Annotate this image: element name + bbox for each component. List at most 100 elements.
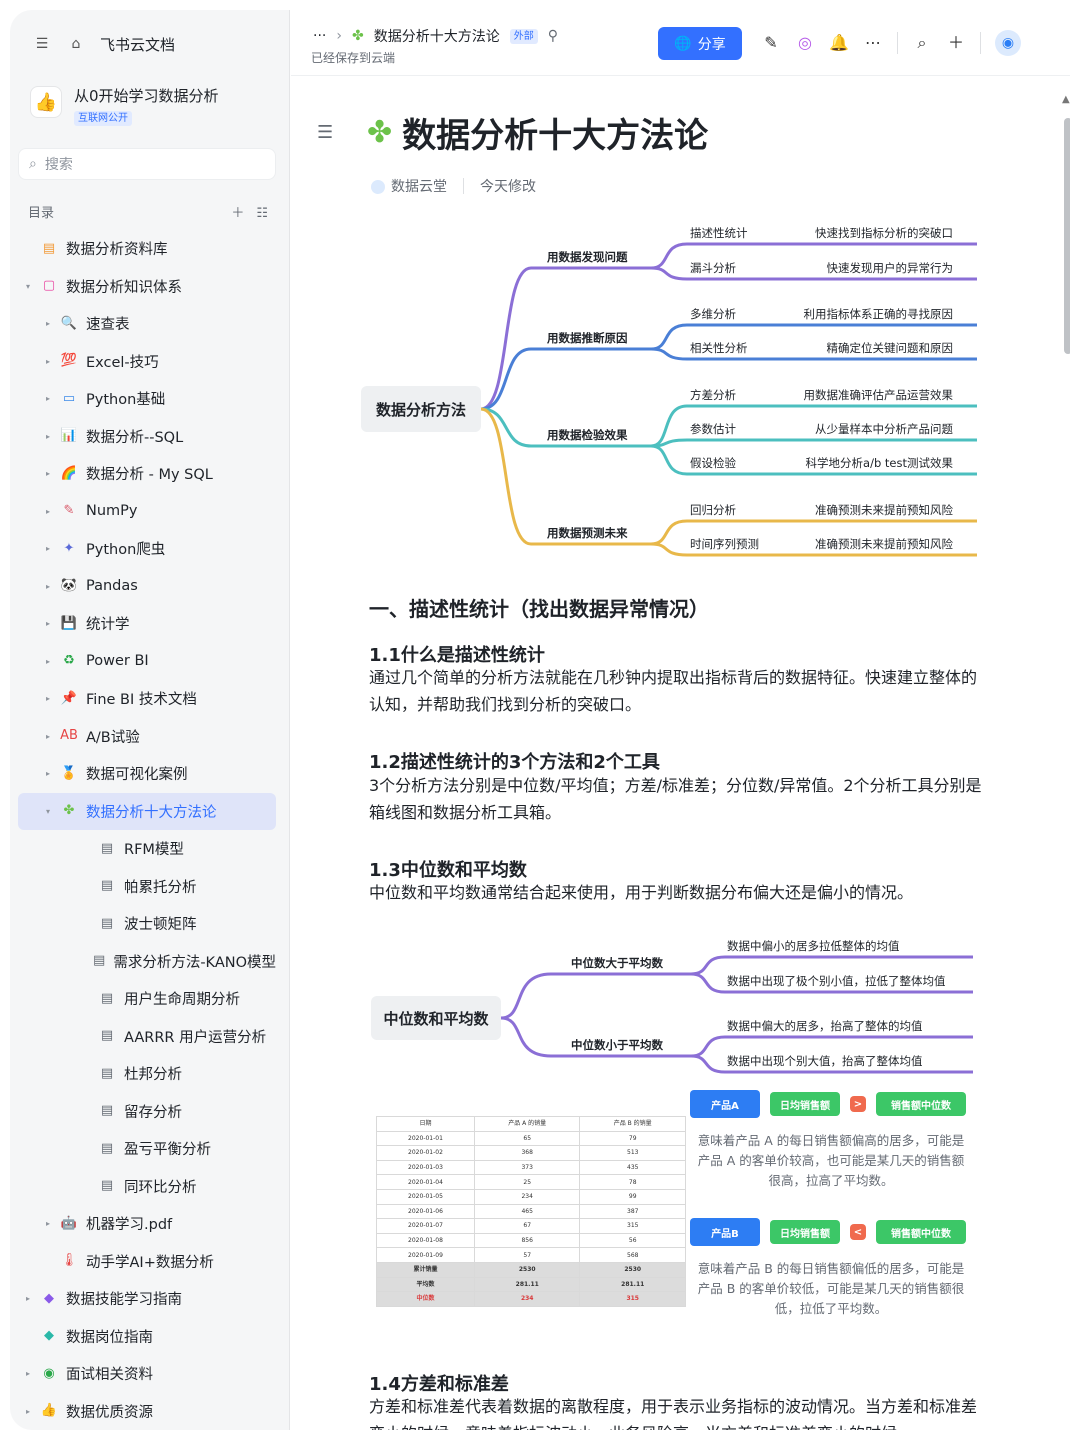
caret-right-icon[interactable]: ▸	[42, 1219, 54, 1228]
sidebar-item[interactable]: ▸ 🔍 速查表	[18, 305, 276, 343]
sidebar-item[interactable]: ▤ 用户生命周期分析	[18, 980, 276, 1018]
plus-icon[interactable]: ＋	[946, 33, 966, 53]
sidebar-item[interactable]: ▤ 帕累托分析	[18, 868, 276, 906]
caret-right-icon[interactable]: ▸	[42, 769, 54, 778]
sidebar-item[interactable]: ▤ 波士顿矩阵	[18, 905, 276, 943]
sidebar-item[interactable]: ▸ ✦ Python爬虫	[18, 530, 276, 568]
table-row: 2020-01-08 856 56	[376, 1232, 686, 1249]
ai-assistant-icon[interactable]: ◎	[795, 33, 815, 53]
sidebar-item[interactable]: ▤ 杜邦分析	[18, 1055, 276, 1093]
sidebar-item[interactable]: ▤ AARRR 用户运营分析	[18, 1018, 276, 1056]
sidebar-item[interactable]: ▤ 留存分析	[18, 1093, 276, 1131]
outline-toggle-icon[interactable]: ☰	[317, 122, 333, 143]
sidebar-item[interactable]: ▸ 👍 数据优质资源	[18, 1393, 276, 1431]
sidebar-item[interactable]: ▾ ▢ 数据分析知识体系	[18, 268, 276, 306]
sidebar-item[interactable]: ▸ 🏅 数据可视化案例	[18, 755, 276, 793]
bell-icon[interactable]: 🔔	[829, 33, 849, 53]
mindmap-2-canvas: 中位数和平均数 中位数大于平均数 数据中偏小的居多拉低整体的均值数据中出现了极个别小…	[371, 939, 973, 1074]
sidebar-item[interactable]: ▸ 🤖 机器学习.pdf	[18, 1205, 276, 1243]
caret-right-icon[interactable]: ▸	[42, 357, 54, 366]
caret-down-icon[interactable]: ▾	[42, 807, 54, 816]
caret-right-icon[interactable]: ▸	[42, 544, 54, 553]
breadcrumb-doc-name[interactable]: 数据分析十大方法论	[374, 26, 500, 46]
search-icon[interactable]: ⌕	[912, 33, 932, 53]
table-cell: 465	[473, 1203, 581, 1220]
mindmap-leaf-label: 数据中出现个别大值，抬高了整体均值	[727, 1054, 923, 1068]
caret-right-icon[interactable]: ▸	[42, 394, 54, 403]
table-row: 2020-01-05 234 99	[376, 1188, 686, 1205]
sidebar-item[interactable]: ▤ 同环比分析	[18, 1168, 276, 1206]
mindmap-branch-label: 用数据预测未来	[546, 526, 628, 540]
sidebar-item[interactable]: ▤ 需求分析方法-KANO模型	[18, 943, 276, 981]
table-cell: 513	[579, 1145, 686, 1161]
caret-right-icon[interactable]: ▸	[42, 619, 54, 628]
scroll-up-arrow-icon[interactable]: ▲	[1062, 94, 1070, 105]
sidebar-nav: ▤ 数据分析资料库 ▾ ▢ 数据分析知识体系 ▸ 🔍 速查表 ▸ 💯 Excel-技巧 ▸ ▭ Pytho…	[18, 230, 276, 1430]
mindmap-branch-label: 用数据推断原因	[546, 331, 628, 345]
search-input[interactable]: ⌕ 搜索	[18, 148, 276, 180]
list-view-icon[interactable]: ☷	[256, 206, 268, 221]
add-icon[interactable]: ＋	[231, 206, 244, 221]
daily-sales-chip-b: 日均销售额	[770, 1220, 840, 1244]
author[interactable]: 数据云堂	[371, 176, 447, 196]
pin-icon[interactable]: ⚲	[548, 28, 558, 44]
caret-right-icon[interactable]: ▸	[22, 1369, 34, 1378]
table-cell: 产品 A 的销量	[473, 1116, 581, 1132]
mindmap-branch-line	[480, 347, 651, 411]
caret-down-icon[interactable]: ▾	[22, 282, 34, 291]
sidebar-item[interactable]: ▸ 🐼 Pandas	[18, 568, 276, 606]
share-button[interactable]: 🌐 分享	[658, 27, 742, 60]
product-a-chip: 产品A	[690, 1090, 760, 1118]
sidebar-item[interactable]: ▸ 📊 数据分析--SQL	[18, 418, 276, 456]
sidebar-item[interactable]: ▸ 💾 统计学	[18, 605, 276, 643]
table-row: 2020-01-02 368 513	[376, 1145, 686, 1161]
caret-right-icon[interactable]: ▸	[42, 507, 54, 516]
sidebar-item[interactable]: ▸ 💯 Excel-技巧	[18, 343, 276, 381]
caret-right-icon[interactable]: ▸	[22, 1407, 34, 1416]
sidebar-item[interactable]: ▤ 盈亏平衡分析	[18, 1130, 276, 1168]
sidebar-item[interactable]: ▾ ✤ 数据分析十大方法论	[18, 792, 276, 830]
modified-time: 今天修改	[480, 179, 536, 195]
avatar[interactable]: ◉	[995, 30, 1021, 56]
mindmap-leaf-desc: 利用指标体系正确的寻找原因	[804, 307, 954, 321]
workspace-header[interactable]: 👍 从0开始学习数据分析 互联网公开	[30, 86, 219, 126]
sidebar-item[interactable]: ▤ RFM模型	[18, 830, 276, 868]
toolbar-divider	[897, 32, 898, 54]
sidebar-item[interactable]: 🌡 动手学AI+数据分析	[18, 1243, 276, 1281]
sidebar-item[interactable]: ▸ ▭ Python基础	[18, 380, 276, 418]
caret-right-icon[interactable]: ▸	[42, 694, 54, 703]
mindmap-leaf-label: 方差分析	[690, 388, 736, 402]
scrollbar-thumb[interactable]	[1064, 118, 1070, 354]
collapse-sidebar-icon[interactable]: ☰	[32, 34, 52, 54]
sidebar-item[interactable]: ▸ 🌈 数据分析 - My SQL	[18, 455, 276, 493]
more-options-icon[interactable]: ⋯	[863, 33, 883, 53]
caret-right-icon[interactable]: ▸	[42, 469, 54, 478]
caret-right-icon[interactable]: ▸	[42, 319, 54, 328]
mindmap-leaf-label: 相关性分析	[690, 341, 748, 355]
caret-right-icon[interactable]: ▸	[42, 582, 54, 591]
sidebar-item[interactable]: ▸ ◉ 面试相关资料	[18, 1355, 276, 1393]
sidebar-item[interactable]: ▸ 📌 Fine BI 技术文档	[18, 680, 276, 718]
caret-right-icon[interactable]: ▸	[22, 1294, 34, 1303]
sidebar-item[interactable]: ▸ ✎ NumPy	[18, 493, 276, 531]
caret-right-icon[interactable]: ▸	[42, 657, 54, 666]
edit-icon[interactable]: ✎	[761, 33, 781, 53]
item-icon: 🌡	[60, 1253, 78, 1269]
sidebar-item-label: 数据分析--SQL	[86, 429, 184, 446]
sidebar-item[interactable]: ▸ ♻ Power BI	[18, 643, 276, 681]
home-icon[interactable]: ⌂	[66, 34, 86, 54]
caret-right-icon[interactable]: ▸	[42, 432, 54, 441]
sidebar-item[interactable]: ▤ 数据分析资料库	[18, 230, 276, 268]
home-label[interactable]: 飞书云文档	[100, 34, 175, 55]
daily-sales-chip-a: 日均销售额	[770, 1092, 840, 1116]
table-cell: 2530	[579, 1261, 686, 1278]
caret-right-icon[interactable]: ▸	[42, 732, 54, 741]
doc-icon: ▤	[100, 1140, 114, 1156]
sidebar-item[interactable]: ◆ 数据岗位指南	[18, 1318, 276, 1356]
item-icon: ✦	[63, 540, 75, 556]
sidebar-item[interactable]: ▸ ◆ 数据技能学习指南	[18, 1280, 276, 1318]
more-breadcrumb-button[interactable]: ···	[313, 28, 326, 44]
mindmap-leaf-label: 多维分析	[690, 307, 736, 321]
sidebar-item[interactable]: ▸ AB A/B试验	[18, 718, 276, 756]
table-cell: 315	[579, 1291, 686, 1307]
